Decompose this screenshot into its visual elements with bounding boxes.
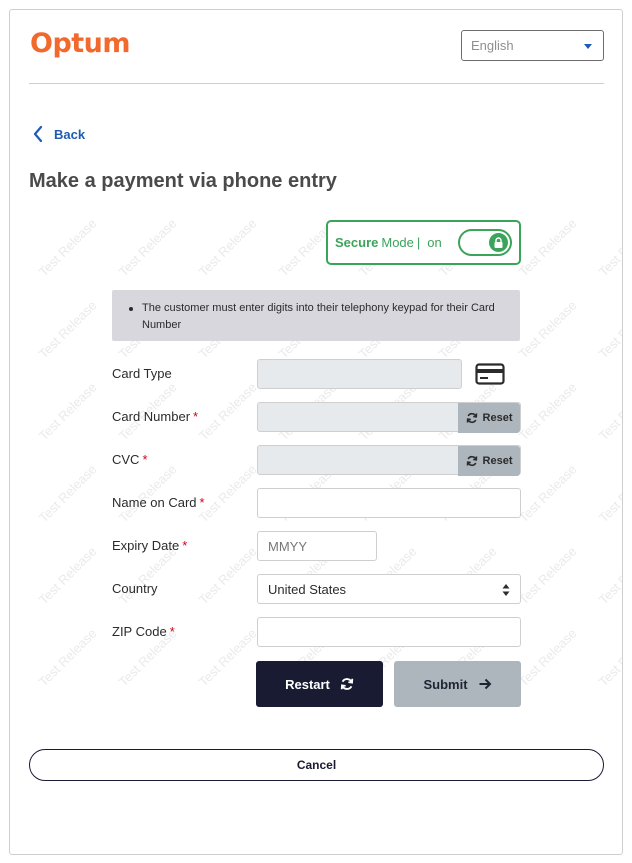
watermark-layer: Test Release Test Release Test Release Test… [10, 10, 622, 854]
optum-logo: Optum [30, 28, 131, 59]
secure-mode-state: on [427, 235, 442, 250]
chevron-down-icon [584, 44, 592, 49]
watermark-text: Test Release [195, 215, 260, 280]
restart-label: Restart [285, 676, 330, 692]
expiry-date-label: Expiry Date * [112, 538, 188, 553]
watermark-text: Test Release [35, 379, 100, 444]
cvc-label: CVC * [112, 452, 148, 467]
card-number-field: Reset [257, 402, 521, 433]
country-value: United States [268, 582, 347, 597]
secure-mode-label-bold: Secure [335, 235, 379, 250]
watermark-text: Test Release [35, 543, 100, 608]
watermark-text: Test Release [595, 625, 622, 690]
country-row: Country United States [112, 574, 532, 604]
expiry-date-placeholder: MMYY [268, 539, 307, 554]
page-title: Make a payment via phone entry [29, 170, 337, 192]
refresh-icon [340, 678, 354, 690]
country-label: Country [112, 581, 158, 596]
card-number-label: Card Number * [112, 409, 199, 424]
chevron-left-icon [33, 125, 43, 143]
watermark-text: Test Release [35, 461, 100, 526]
submit-label: Submit [423, 676, 468, 692]
header-divider [29, 83, 604, 84]
watermark-text: Test Release [595, 379, 622, 444]
language-select[interactable]: English [461, 30, 604, 61]
back-link[interactable]: Back [32, 125, 85, 143]
card-type-label: Card Type [112, 366, 172, 381]
watermark-text: Test Release [35, 297, 100, 362]
credit-card-icon [475, 363, 505, 385]
country-select[interactable]: United States [257, 574, 521, 604]
reset-label: Reset [482, 455, 513, 467]
cancel-button[interactable]: Cancel [29, 749, 604, 781]
secure-mode-badge: Secure Mode | on [326, 220, 521, 265]
watermark-text: Test Release [115, 215, 180, 280]
zip-code-row: ZIP Code * [112, 617, 532, 647]
lock-icon [489, 233, 508, 252]
cvc-row: CVC * Reset [112, 445, 532, 476]
watermark-text: Test Release [35, 215, 100, 280]
submit-button[interactable]: Submit [394, 661, 521, 707]
secure-mode-separator: | [416, 235, 421, 250]
back-link-label: Back [54, 126, 86, 142]
restart-button[interactable]: Restart [256, 661, 383, 707]
arrow-right-icon [479, 678, 491, 690]
expiry-date-input[interactable]: MMYY [257, 531, 377, 561]
watermark-text: Test Release [595, 543, 622, 608]
reset-label: Reset [482, 412, 513, 424]
zip-code-label: ZIP Code * [112, 624, 175, 639]
name-on-card-input[interactable] [257, 488, 521, 518]
card-type-field [257, 359, 462, 389]
sort-arrows-icon [502, 584, 510, 596]
name-on-card-row: Name on Card * [112, 488, 532, 518]
cvc-field: Reset [257, 445, 521, 476]
expiry-date-row: Expiry Date * MMYY [112, 531, 532, 561]
card-number-reset-button[interactable]: Reset [458, 403, 520, 433]
watermark-text: Test Release [515, 215, 580, 280]
bullet-icon [129, 307, 133, 311]
keypad-notice: The customer must enter digits into thei… [112, 290, 520, 341]
card-type-row: Card Type [112, 359, 532, 389]
cvc-reset-button[interactable]: Reset [458, 446, 520, 476]
refresh-icon [466, 412, 477, 424]
language-select-value: English [471, 38, 514, 53]
watermark-text: Test Release [595, 461, 622, 526]
watermark-text: Test Release [595, 297, 622, 362]
secure-mode-toggle[interactable] [458, 229, 512, 256]
secure-mode-label: Mode [381, 235, 414, 250]
watermark-text: Test Release [515, 297, 580, 362]
zip-code-input[interactable] [257, 617, 521, 647]
name-on-card-label: Name on Card * [112, 495, 205, 510]
watermark-text: Test Release [595, 215, 622, 280]
keypad-notice-text: The customer must enter digits into thei… [142, 302, 495, 331]
cancel-label: Cancel [296, 758, 337, 772]
payment-panel: Test Release Test Release Test Release Test… [9, 9, 623, 855]
refresh-icon [466, 455, 477, 467]
watermark-text: Test Release [35, 625, 100, 690]
card-number-row: Card Number * Reset [112, 402, 532, 433]
